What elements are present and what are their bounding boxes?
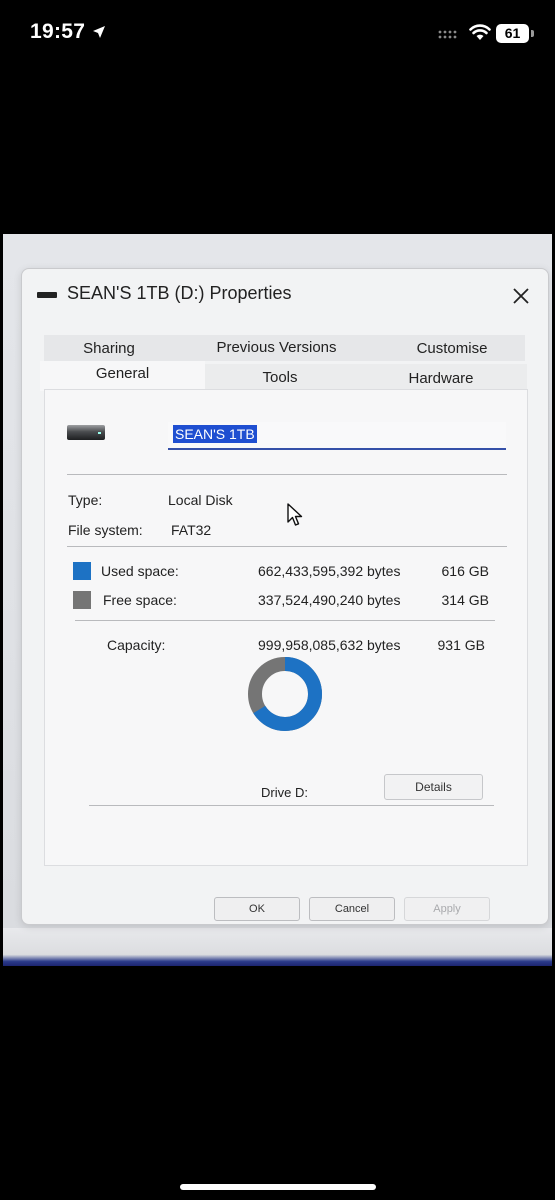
drive-icon: [67, 425, 105, 440]
tab-label: Hardware: [408, 370, 474, 387]
properties-dialog: SEAN'S 1TB (D:) Properties Sharing Previ…: [21, 268, 549, 925]
dialog-title: SEAN'S 1TB (D:) Properties: [67, 283, 292, 303]
wifi-icon: [469, 24, 491, 40]
ok-button[interactable]: OK: [214, 897, 300, 921]
drive-title-icon: [37, 292, 57, 298]
usage-donut-chart: [248, 657, 322, 731]
tab-previous-versions[interactable]: Previous Versions: [174, 335, 379, 361]
details-button[interactable]: Details: [384, 774, 483, 800]
capacity-bytes: 999,958,085,632 bytes: [258, 637, 401, 653]
title-bar: SEAN'S 1TB (D:) Properties: [22, 269, 548, 321]
tab-label: Customise: [416, 340, 488, 357]
tab-customise[interactable]: Customise: [379, 335, 525, 361]
type-value: Local Disk: [168, 492, 233, 508]
status-time: 19:57: [30, 20, 86, 43]
free-space-swatch: [73, 591, 91, 609]
battery-nub: [531, 30, 534, 37]
divider: [89, 805, 494, 806]
used-space-swatch: [73, 562, 91, 580]
battery-icon: 61: [496, 24, 529, 43]
general-panel: SEAN'S 1TB Type: Local Disk File system:…: [44, 389, 528, 866]
tab-general[interactable]: General: [40, 361, 205, 391]
signal-icon: [438, 30, 457, 39]
monitor-bezel: [3, 928, 552, 966]
tab-tools[interactable]: Tools: [205, 364, 355, 390]
tab-sharing[interactable]: Sharing: [44, 335, 174, 361]
free-space-label: Free space:: [103, 592, 177, 608]
close-button[interactable]: [504, 281, 538, 311]
mouse-pointer-icon: [287, 503, 303, 526]
drive-name-input[interactable]: SEAN'S 1TB: [168, 422, 506, 450]
used-space-size: 616 GB: [441, 563, 489, 579]
used-space-label: Used space:: [101, 563, 179, 579]
location-arrow-icon: [93, 26, 105, 38]
capacity-label: Capacity:: [107, 637, 166, 653]
tab-label: General: [95, 365, 150, 382]
drive-name-value: SEAN'S 1TB: [173, 425, 257, 443]
home-indicator: [180, 1184, 376, 1190]
capacity-size: 931 GB: [437, 637, 485, 653]
file-system-label: File system:: [68, 522, 143, 538]
cancel-button[interactable]: Cancel: [309, 897, 395, 921]
status-bar: 19:57 61: [0, 0, 555, 68]
file-system-value: FAT32: [171, 522, 212, 538]
free-space-size: 314 GB: [441, 592, 489, 608]
divider: [75, 620, 495, 621]
type-label: Type:: [68, 492, 103, 508]
tab-label: Tools: [262, 369, 298, 386]
drive-led: [98, 432, 101, 434]
used-space-bytes: 662,433,595,392 bytes: [258, 563, 401, 579]
divider: [67, 474, 507, 475]
divider: [67, 546, 507, 547]
apply-button[interactable]: Apply: [404, 897, 490, 921]
tab-hardware[interactable]: Hardware: [355, 364, 527, 390]
free-space-bytes: 337,524,490,240 bytes: [258, 592, 401, 608]
screen-photo: SEAN'S 1TB (D:) Properties Sharing Previ…: [3, 234, 552, 966]
tab-label: Sharing: [83, 340, 135, 357]
drive-label: Drive D:: [261, 785, 308, 800]
tab-label: Previous Versions: [216, 339, 337, 356]
